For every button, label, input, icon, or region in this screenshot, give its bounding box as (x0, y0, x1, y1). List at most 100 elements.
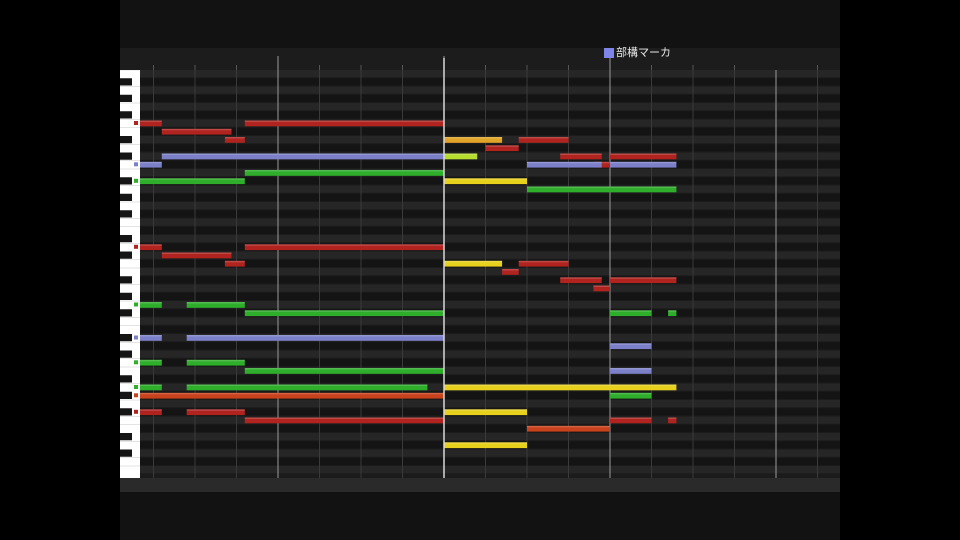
note-highlight (444, 178, 527, 180)
note-highlight (140, 120, 162, 122)
grid-lane (120, 226, 840, 234)
grid-lane (120, 292, 840, 300)
note-grid-canvas (120, 70, 840, 478)
note-highlight (244, 170, 444, 172)
grid-lane (120, 416, 840, 424)
black-key (120, 408, 132, 416)
note-highlight (668, 310, 677, 312)
note-highlight (161, 153, 445, 155)
note-highlight (244, 417, 444, 419)
note-highlight (140, 302, 162, 304)
note-highlight (444, 137, 503, 139)
black-key (120, 350, 132, 358)
marker-flag-icon (604, 48, 614, 58)
section-marker[interactable]: 部構マーカ (604, 46, 671, 60)
black-key (120, 78, 132, 86)
note-highlight (186, 384, 428, 386)
note-highlight (560, 153, 602, 155)
grid-lane (120, 433, 840, 441)
grid-lane (120, 466, 840, 474)
grid-lane (120, 185, 840, 193)
grid-lane (120, 276, 840, 284)
grid-lane (120, 284, 840, 292)
ruler-background (120, 48, 840, 70)
grid-lane (120, 202, 840, 210)
note-highlight (444, 260, 503, 263)
black-key (120, 375, 132, 383)
black-key (120, 276, 132, 284)
grid-lane (120, 94, 840, 102)
black-key (120, 309, 132, 317)
note-highlight (140, 409, 162, 411)
note-highlight (140, 392, 444, 395)
note-highlight (610, 392, 652, 395)
note-highlight (186, 302, 245, 304)
note-grid[interactable] (120, 70, 840, 478)
key-active-marker (134, 409, 138, 414)
key-active-marker (134, 302, 138, 307)
black-key (120, 251, 132, 259)
key-active-marker (134, 178, 138, 183)
note-highlight (610, 310, 652, 312)
black-key (120, 210, 132, 218)
note-highlight (518, 137, 569, 139)
timeline-ruler[interactable] (120, 48, 840, 70)
black-key (120, 433, 132, 441)
note-highlight (161, 128, 232, 131)
note-highlight (244, 368, 444, 370)
note-highlight (610, 153, 677, 155)
note-highlight (610, 161, 677, 164)
grid-lane (120, 400, 840, 408)
grid-lane (120, 457, 840, 465)
grid-lane (120, 342, 840, 350)
note-highlight (527, 186, 677, 188)
grid-lane (120, 111, 840, 119)
key-active-marker (134, 121, 138, 125)
grid-lane (120, 169, 840, 177)
grid-lane (120, 160, 840, 168)
note-highlight (610, 368, 652, 370)
note-highlight (186, 359, 245, 362)
key-active-marker (134, 162, 138, 167)
black-key (120, 94, 132, 102)
piano-keyboard[interactable] (120, 70, 140, 478)
grid-lane (120, 325, 840, 333)
note-highlight (518, 260, 569, 263)
note-highlight (668, 417, 677, 419)
note-highlight (161, 252, 232, 254)
piano-roll-editor: 部構マーカ (120, 0, 840, 540)
grid-lane (120, 268, 840, 276)
note-highlight (244, 310, 444, 312)
black-key (120, 449, 132, 457)
horizontal-scrollbar[interactable] (120, 478, 840, 492)
grid-lane (120, 350, 840, 358)
section-marker-label: 部構マーカ (616, 46, 671, 59)
note-highlight (560, 277, 602, 279)
piano-keys (120, 70, 140, 467)
note-highlight (140, 335, 162, 337)
key-active-marker (134, 244, 138, 249)
note-highlight (444, 409, 527, 411)
note-highlight (444, 442, 527, 444)
note-highlight (610, 417, 652, 419)
key-active-marker (134, 335, 138, 340)
key-active-marker (134, 393, 138, 398)
grid-lane (120, 70, 840, 78)
grid-lane (120, 375, 840, 383)
black-key (120, 235, 132, 243)
note-highlight (527, 425, 610, 428)
grid-lane (120, 144, 840, 152)
note-highlight (140, 359, 162, 362)
grid-lane (120, 243, 840, 251)
note-highlight (186, 409, 245, 411)
note-highlight (444, 153, 478, 155)
black-key (120, 177, 132, 185)
grid-lane (120, 317, 840, 325)
grid-lane (120, 78, 840, 86)
black-key (120, 391, 132, 399)
note-highlight (502, 269, 519, 271)
grid-lane (120, 424, 840, 432)
note-highlight (485, 145, 519, 147)
grid-lane (120, 367, 840, 375)
note-highlight (224, 260, 245, 263)
